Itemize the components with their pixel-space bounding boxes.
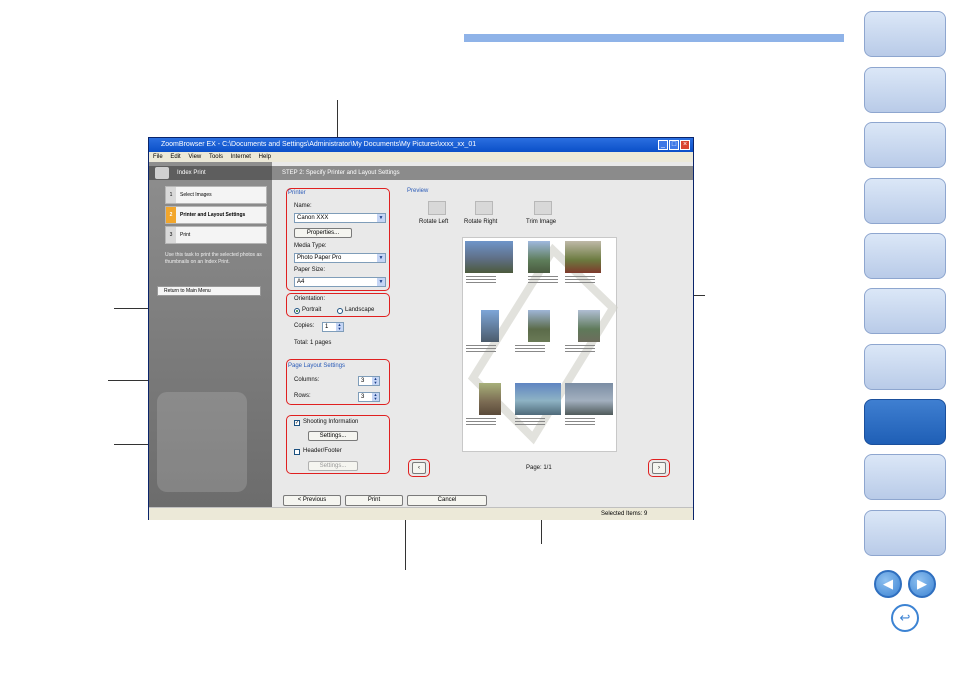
print-button[interactable]: Print [345, 495, 403, 506]
chapter-tab-9[interactable] [864, 454, 946, 500]
trim-image-label[interactable]: Trim Image [526, 219, 556, 225]
step-header: STEP 2: Specify Printer and Layout Setti… [272, 166, 693, 180]
chapter-tab-3[interactable] [864, 122, 946, 168]
thumbnail-7[interactable] [479, 383, 501, 415]
callout-box-next-page [648, 459, 670, 477]
minimize-icon[interactable]: _ [658, 140, 668, 150]
zoombrowser-window: ZoomBrowser EX - C:\Documents and Settin… [148, 137, 694, 520]
preview-page-indicator: Page: 1/1 [526, 465, 552, 471]
menu-internet[interactable]: Internet [231, 154, 251, 160]
printer-icon [155, 167, 169, 179]
cancel-button[interactable]: Cancel [407, 495, 487, 506]
thumbnail-6[interactable] [578, 310, 600, 342]
window-titlebar: ZoomBrowser EX - C:\Documents and Settin… [149, 138, 693, 152]
rotate-right-label[interactable]: Rotate Right [464, 219, 497, 225]
menu-bar: File Edit View Tools Internet Help [149, 152, 693, 162]
thumbnail-caption-6 [565, 345, 595, 359]
chapter-tab-7[interactable] [864, 344, 946, 390]
chapter-tab-8-active[interactable] [864, 399, 946, 445]
chapter-tab-4[interactable] [864, 178, 946, 224]
rotate-left-icon[interactable] [428, 201, 446, 215]
callout-box-options [286, 415, 390, 474]
thumbnail-caption-3 [565, 276, 595, 290]
thumbnail-caption-4 [466, 345, 496, 359]
task-panel: Index Print 1 Select Images 2 Printer and … [149, 162, 272, 507]
callout-box-printer [286, 188, 390, 291]
settings-panel: STEP 2: Specify Printer and Layout Setti… [272, 162, 693, 507]
thumbnail-2[interactable] [528, 241, 550, 273]
thumbnail-5[interactable] [528, 310, 550, 342]
trim-image-icon[interactable] [534, 201, 552, 215]
thumbnail-9[interactable] [565, 383, 613, 415]
menu-file[interactable]: File [153, 154, 163, 160]
rotate-right-icon[interactable] [475, 201, 493, 215]
selected-items-status: Selected Items: 9 [601, 511, 648, 517]
thumbnail-4[interactable] [481, 310, 499, 342]
menu-help[interactable]: Help [259, 154, 271, 160]
thumbnail-caption-7 [466, 418, 496, 432]
thumbnail-1[interactable] [465, 241, 513, 273]
chapter-tab-2[interactable] [864, 67, 946, 113]
previous-page-icon[interactable]: ◀ [874, 570, 902, 598]
total-pages: Total: 1 pages [294, 340, 332, 346]
thumbnail-caption-5 [515, 345, 545, 359]
chapter-tab-6[interactable] [864, 288, 946, 334]
step-print[interactable]: 3 Print [165, 226, 267, 244]
step-printer-layout[interactable]: 2 Printer and Layout Settings [165, 206, 267, 224]
thumbnail-3[interactable] [565, 241, 601, 273]
callout-box-page-layout [286, 359, 390, 405]
thumbnail-caption-1 [466, 276, 496, 290]
menu-edit[interactable]: Edit [170, 154, 180, 160]
index-print-preview-page [462, 237, 618, 452]
close-icon[interactable]: × [680, 140, 690, 150]
window-title: ZoomBrowser EX - C:\Documents and Settin… [161, 141, 477, 148]
spinner-arrows-icon: ▲ ▼ [336, 322, 343, 331]
status-bar: Selected Items: 9 [149, 507, 693, 520]
callout-box-orientation [286, 293, 390, 317]
header-accent-bar [464, 34, 844, 42]
thumbnail-caption-2 [528, 276, 558, 290]
task-description: Use this task to print the selected phot… [165, 252, 262, 265]
preview-group-label: Preview [407, 188, 429, 194]
rotate-left-label[interactable]: Rotate Left [419, 219, 448, 225]
step-select-images[interactable]: 1 Select Images [165, 186, 267, 204]
chapter-tab-10[interactable] [864, 510, 946, 556]
next-page-icon[interactable]: ▶ [908, 570, 936, 598]
callout-box-prev-page [408, 459, 430, 477]
chapter-tab-5[interactable] [864, 233, 946, 279]
return-icon[interactable]: ↩ [891, 604, 919, 632]
menu-tools[interactable]: Tools [209, 154, 223, 160]
previous-button[interactable]: < Previous [283, 495, 341, 506]
menu-view[interactable]: View [188, 154, 201, 160]
chapter-tab-1[interactable] [864, 11, 946, 57]
background-printer-graphic [157, 392, 247, 492]
maximize-icon[interactable]: □ [669, 140, 679, 150]
thumbnail-8[interactable] [515, 383, 561, 415]
thumbnail-caption-8 [515, 418, 545, 432]
copies-label: Copies: [294, 323, 315, 329]
copies-stepper[interactable]: 1 ▲ ▼ [322, 322, 344, 332]
thumbnail-caption-9 [565, 418, 595, 432]
return-to-main-menu-button[interactable]: Return to Main Menu [157, 286, 261, 296]
